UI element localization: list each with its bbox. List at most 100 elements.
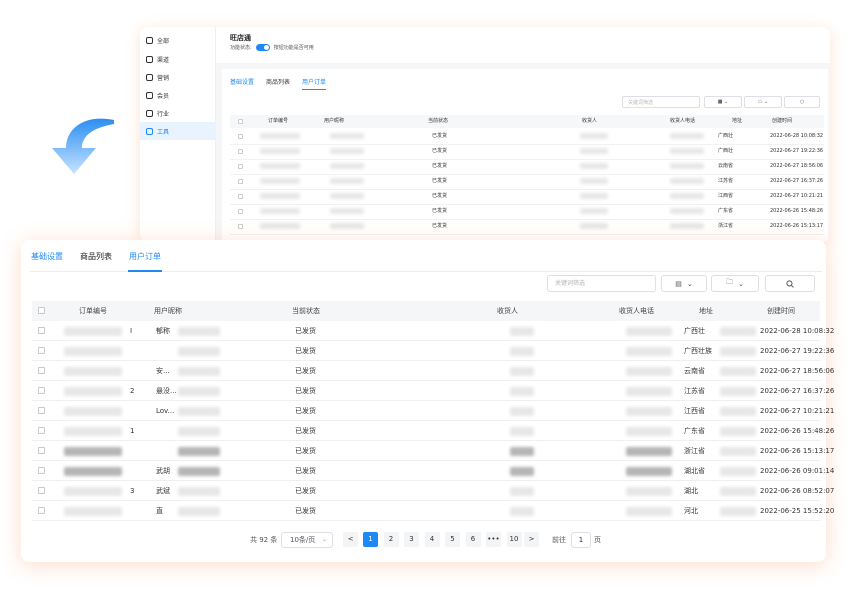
- back-sidebar-item-industry[interactable]: 行业: [140, 104, 216, 122]
- keyword-filter-input[interactable]: 关键词筛选: [547, 275, 656, 292]
- back-row-checkbox[interactable]: [238, 179, 243, 184]
- back-list-filter-button[interactable]: ■ ⌄: [704, 96, 742, 108]
- back-row-checkbox[interactable]: [238, 134, 243, 139]
- redacted-receiver: [510, 327, 534, 336]
- redacted-phone: [626, 407, 672, 416]
- row-checkbox[interactable]: [38, 447, 45, 454]
- back-sidebar-item-all[interactable]: 全部: [140, 31, 216, 49]
- folder-filter-button[interactable]: 🗀 ⌄: [711, 275, 759, 292]
- page-button[interactable]: 4: [424, 532, 440, 547]
- page-button[interactable]: 1: [363, 532, 378, 547]
- back-search-input[interactable]: 关键词筛选: [622, 96, 700, 108]
- back-header: 旺店通 功能状态: 按钮功能是否可用: [216, 27, 830, 63]
- back-table-row: 已发货 广东省 2022-06-26 15:48:26: [230, 205, 824, 220]
- redacted-phone: [626, 507, 672, 516]
- page-button[interactable]: 3: [404, 532, 419, 547]
- back-row-checkbox[interactable]: [238, 164, 243, 169]
- table-row[interactable]: 3 武斌 已发货 湖北 2022-06-26 08:52:07: [32, 481, 834, 501]
- tab-user-orders[interactable]: 用户订单: [128, 246, 162, 272]
- redacted-phone: [626, 427, 672, 436]
- back-table-row: 已发货 云南省 2022-06-27 18:56:06: [230, 160, 824, 175]
- prev-page-button[interactable]: <: [343, 532, 358, 547]
- list-icon: ▤: [675, 279, 682, 288]
- row-checkbox[interactable]: [38, 487, 45, 494]
- order-no-fragment: 1: [130, 427, 135, 435]
- row-checkbox[interactable]: [38, 427, 45, 434]
- redacted-receiver: [510, 447, 534, 456]
- page-button[interactable]: 5: [445, 532, 460, 547]
- tab-bar: 基础设置 商品列表 用户订单: [30, 246, 822, 272]
- page-button[interactable]: 2: [383, 532, 399, 547]
- home-icon: [146, 36, 153, 44]
- table-row[interactable]: 已发货 浙江省 2022-06-26 15:13:17: [32, 441, 834, 461]
- back-sidebar-item-member[interactable]: 会员: [140, 86, 216, 104]
- goto-page-input[interactable]: 1: [571, 532, 591, 548]
- back-sidebar-item-channel[interactable]: 渠道: [140, 50, 216, 68]
- status-label: 已发货: [295, 367, 316, 375]
- list-filter-button[interactable]: ▤ ⌄: [661, 275, 707, 292]
- redacted-nickname: [330, 133, 364, 139]
- back-table-row: 已发货 江西省 2022-06-27 10:21:21: [230, 190, 824, 205]
- row-checkbox[interactable]: [38, 407, 45, 414]
- table-row[interactable]: 2 悬没... 已发货 江苏省 2022-06-27 16:37:26: [32, 381, 834, 401]
- next-page-button[interactable]: >: [524, 532, 539, 547]
- status-label: 已发货: [295, 327, 316, 335]
- page-button[interactable]: 10: [506, 532, 522, 547]
- back-sidebar-item-tool[interactable]: 工具: [140, 122, 216, 140]
- page-size-select[interactable]: 10条/页 ⌄: [281, 532, 333, 548]
- table-row[interactable]: 已发货 广西壮族 2022-06-27 19:22:36: [32, 341, 834, 361]
- redacted-nickname: [178, 487, 220, 496]
- func-toggle[interactable]: [255, 44, 270, 51]
- table-row[interactable]: 1 已发货 广东省 2022-06-26 15:48:26: [32, 421, 834, 441]
- row-checkbox[interactable]: [38, 347, 45, 354]
- redacted-receiver: [510, 487, 534, 496]
- table-row[interactable]: 安... 已发货 云南省 2022-06-27 18:56:06: [32, 361, 834, 381]
- redacted-receiver: [510, 407, 534, 416]
- search-button[interactable]: [765, 275, 815, 292]
- table-row[interactable]: 直 已发货 河北 2022-06-25 15:52:20: [32, 501, 834, 521]
- redacted-nickname: [178, 367, 220, 376]
- select-all-checkbox[interactable]: [38, 307, 45, 314]
- redacted-phone: [626, 487, 672, 496]
- back-tab-basic[interactable]: 基础设置: [230, 77, 254, 90]
- back-row-checkbox[interactable]: [238, 149, 243, 154]
- back-tab-orders[interactable]: 用户订单: [302, 77, 327, 90]
- row-checkbox[interactable]: [38, 387, 45, 394]
- back-folder-filter-button[interactable]: ▭ ⌄: [744, 96, 782, 108]
- redacted-order-no: [260, 163, 300, 169]
- back-sidebar-item-marketing[interactable]: 营销: [140, 68, 216, 86]
- back-select-all-checkbox[interactable]: [238, 119, 243, 124]
- row-checkbox[interactable]: [38, 367, 45, 374]
- table-row[interactable]: I 郁称 已发货 广西壮 2022-06-28 10:08:32: [32, 321, 834, 341]
- redacted-nickname: [330, 148, 364, 154]
- table-row[interactable]: Lov... 已发货 江西省 2022-06-27 10:21:21: [32, 401, 834, 421]
- redacted-order-no: [64, 467, 122, 476]
- redacted-receiver: [510, 347, 534, 356]
- row-checkbox[interactable]: [38, 507, 45, 514]
- back-row-checkbox[interactable]: [238, 224, 243, 229]
- row-checkbox[interactable]: [38, 467, 45, 474]
- redacted-receiver: [510, 367, 534, 376]
- redacted-order-no: [260, 193, 300, 199]
- redacted-phone: [626, 467, 672, 476]
- nickname: Lov...: [156, 407, 175, 415]
- back-row-checkbox[interactable]: [238, 209, 243, 214]
- created-time: 2022-06-28 10:08:32: [760, 327, 835, 335]
- redacted-nickname: [330, 223, 364, 229]
- back-page-title: 旺店通: [230, 34, 251, 42]
- tab-basic-settings[interactable]: 基础设置: [30, 246, 64, 272]
- back-row-checkbox[interactable]: [238, 194, 243, 199]
- row-checkbox[interactable]: [38, 327, 45, 334]
- table-row[interactable]: 武胡 已发货 湖北省 2022-06-26 09:01:14: [32, 461, 834, 481]
- col-created-time: 创建时间: [767, 307, 795, 315]
- foreground-orders-panel: 基础设置 商品列表 用户订单 关键词筛选 ▤ ⌄ 🗀 ⌄ 订单编号 用户昵称 当前状…: [21, 240, 834, 562]
- back-search-button[interactable]: ○: [784, 96, 820, 108]
- page-button[interactable]: 6: [465, 532, 481, 547]
- redacted-order-no: [260, 178, 300, 184]
- redacted-phone: [670, 223, 704, 229]
- pagination: 共 92 条 10条/页 ⌄ < 1 2 3 4 5 6 ••• 10 > 前往 1 页: [21, 532, 826, 548]
- tab-product-list[interactable]: 商品列表: [79, 246, 113, 272]
- back-tab-products[interactable]: 商品列表: [266, 77, 290, 90]
- page-ellipsis[interactable]: •••: [486, 532, 501, 547]
- redacted-order-no: [64, 327, 122, 336]
